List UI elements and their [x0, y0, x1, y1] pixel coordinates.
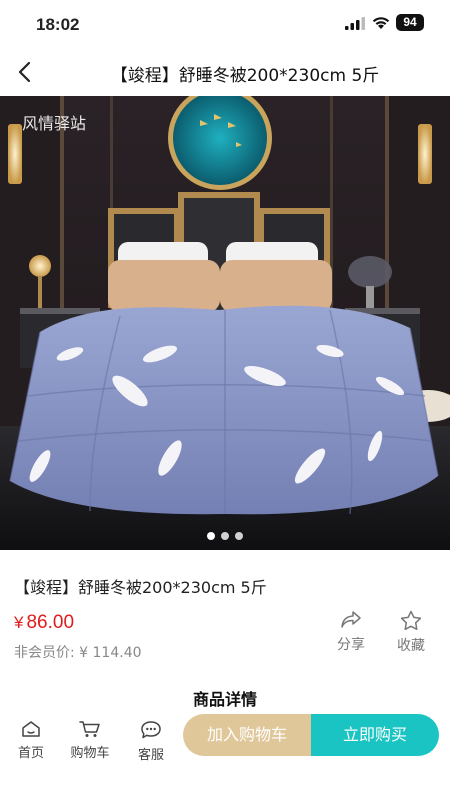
- chat-icon: [141, 721, 161, 739]
- star-icon: [400, 610, 422, 631]
- price-value: 86.00: [26, 612, 75, 633]
- favorite-label: 收藏: [397, 638, 425, 654]
- status-time: 18:02: [36, 15, 80, 34]
- product-photo: [0, 96, 450, 550]
- nav-bar: 【竣程】舒睡冬被200*230cm 5斤: [0, 48, 450, 96]
- carousel-indicator: [0, 532, 450, 540]
- favorite-button[interactable]: 收藏: [391, 610, 431, 655]
- carousel-dot[interactable]: [221, 532, 229, 540]
- product-name: 【竣程】舒睡冬被200*230cm 5斤: [14, 578, 267, 597]
- image-watermark: 风情驿站: [22, 114, 87, 133]
- tab-home[interactable]: 首页: [7, 720, 55, 761]
- back-button[interactable]: [10, 58, 38, 86]
- page-title: 【竣程】舒睡冬被200*230cm 5斤: [110, 66, 380, 86]
- share-label: 分享: [337, 637, 365, 653]
- tab-service-label: 客服: [137, 748, 164, 763]
- add-to-cart-button[interactable]: 加入购物车: [183, 714, 311, 756]
- battery-indicator: 94: [396, 14, 424, 31]
- share-button[interactable]: 分享: [331, 610, 371, 654]
- tab-cart[interactable]: 购物车: [66, 720, 114, 761]
- product-price: ¥86.00: [14, 612, 74, 634]
- signal-icon: [345, 17, 365, 30]
- member-price: 非会员价: ¥ 114.40: [14, 645, 142, 661]
- buy-now-button[interactable]: 立即购买: [311, 714, 439, 756]
- price-currency: ¥: [14, 613, 24, 632]
- status-bar: 18:02 94: [0, 0, 450, 48]
- tab-cart-label: 购物车: [70, 746, 110, 761]
- product-image-carousel[interactable]: 风情驿站: [0, 96, 450, 550]
- section-title-details: 商品详情: [192, 690, 257, 709]
- bottom-action-bar: 首页 购物车 客服 加入购物车 立即购买: [0, 708, 450, 800]
- tab-home-label: 首页: [17, 746, 44, 761]
- tab-customer-service[interactable]: 客服: [127, 720, 175, 763]
- carousel-dot[interactable]: [207, 532, 215, 540]
- cart-icon: [79, 721, 100, 737]
- chevron-left-icon: [18, 61, 31, 83]
- share-icon: [341, 611, 361, 628]
- product-info: 【竣程】舒睡冬被200*230cm 5斤 ¥86.00 非会员价: ¥ 114.…: [0, 550, 450, 700]
- home-icon: [22, 721, 40, 737]
- wifi-icon: [372, 17, 390, 29]
- carousel-dot[interactable]: [235, 532, 243, 540]
